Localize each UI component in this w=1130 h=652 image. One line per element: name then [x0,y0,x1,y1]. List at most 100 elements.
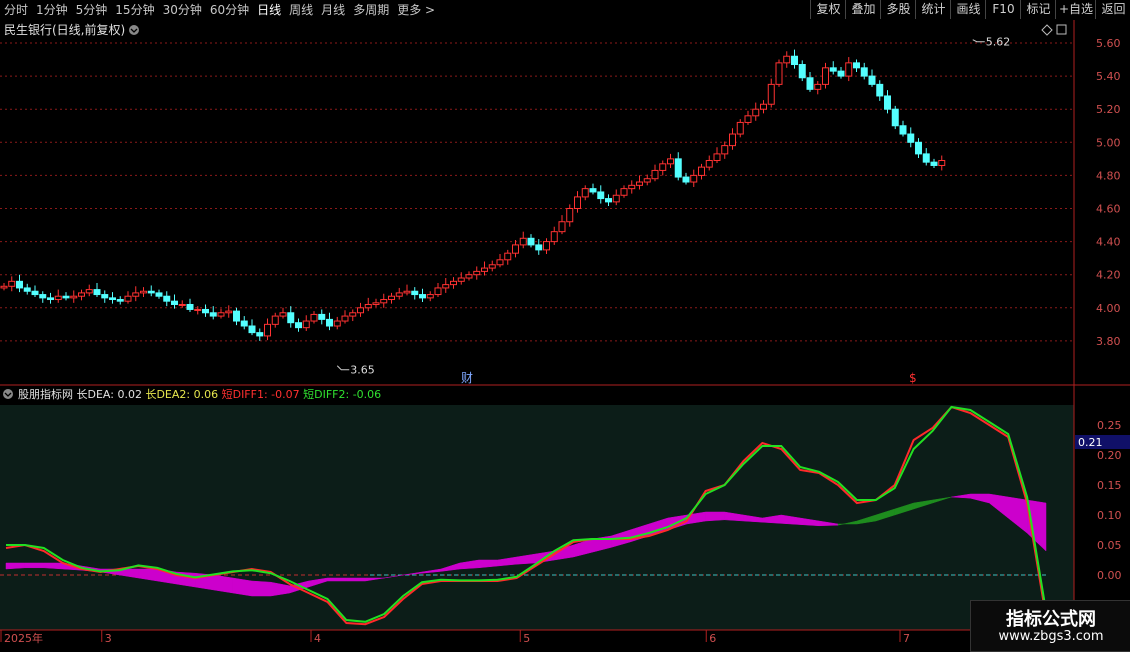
toolbar-button-5[interactable]: F10 [985,0,1021,19]
candle-body [473,270,481,276]
date-label: 5 [523,632,530,645]
dea-band-segment [251,580,271,597]
candle-body [39,294,47,299]
candle-body [372,302,380,305]
stock-title: 民生银行(日线,前复权) [4,22,125,37]
period-6[interactable]: 日线 [257,2,281,18]
candle-body [612,194,620,203]
period-1[interactable]: 1分钟 [36,2,68,18]
candle-body [674,158,682,178]
period-2[interactable]: 5分钟 [76,2,108,18]
candle-body [938,160,946,166]
chart-area: 3.80 4.00 4.20 4.40 4.60 4.80 5.00 5.20 5.40 5.60… [0,20,1130,650]
candle-body [116,299,124,302]
candle-body [922,153,930,163]
price-tick-label: 4.60 [1096,203,1121,216]
candle-body [636,181,643,186]
indicator-tick-label: 0.15 [1097,479,1122,492]
dea-band-segment [232,577,253,597]
toolbar-button-3[interactable]: 统计 [915,0,951,19]
candle-body [295,322,302,329]
candle-body [333,320,341,327]
toolbar-button-8[interactable]: 返回 [1095,0,1130,19]
period-5[interactable]: 60分钟 [210,2,249,18]
candle-body [558,221,566,233]
legend-item-2: 短DIFF1: -0.07 [222,387,304,401]
candle-body [364,303,372,309]
candle-body [845,62,853,77]
candle-body [752,108,760,117]
candle-body [860,67,868,77]
candle-body [357,307,364,314]
period-7[interactable]: 周线 [289,2,313,18]
candle-body [713,153,721,162]
period-3[interactable]: 15分钟 [115,2,154,18]
candle-body [705,160,713,168]
candle-body [721,145,729,155]
title-dropdown-icon[interactable] [129,25,139,35]
period-8[interactable]: 月线 [321,2,345,18]
toolbar-button-0[interactable]: 复权 [810,0,846,19]
toolbar-button-6[interactable]: 标记 [1020,0,1056,19]
candle-body [233,310,240,322]
period-4[interactable]: 30分钟 [163,2,202,18]
candle-body [341,315,349,322]
period-9[interactable]: 多周期 [353,2,389,18]
candle-body [54,295,62,301]
legend-item-1: 长DEA2: 0.06 [145,388,221,401]
candle-body [543,241,550,251]
candle-body [256,332,264,337]
candle-body [628,184,636,190]
period-0[interactable]: 分时 [4,2,28,18]
candle-body [798,64,806,79]
price-tick-label: 5.20 [1096,103,1121,116]
candle-body [85,289,93,294]
indicator-dropdown-icon[interactable] [3,389,13,399]
candle-body [868,75,876,85]
candle-body [457,277,465,282]
candle-body [434,287,442,296]
candle-body [465,274,473,279]
dollar-marker[interactable]: $ [909,371,917,385]
candle-body [70,295,78,299]
candle-body [589,188,597,193]
toolbar-button-2[interactable]: 多股 [880,0,916,19]
candle-body [388,295,395,301]
candle-body [395,292,403,297]
candle-body [217,312,225,317]
candle-body [814,83,822,90]
dea-band-segment [213,574,234,594]
candle-body [0,285,8,289]
candle-body [620,188,628,196]
candle-body [791,55,798,66]
toolbar-button-1[interactable]: 叠加 [845,0,881,19]
indicator-tick-label: 0.00 [1097,569,1122,582]
date-label: 6 [709,632,716,645]
toolbar-button-7[interactable]: +自选 [1055,0,1096,19]
candle-body [775,62,783,85]
fin-marker[interactable]: 财 [461,371,473,385]
dea-band-segment [327,577,347,582]
candle-body [426,294,434,299]
candle-body [884,95,891,110]
candle-body [930,161,938,166]
candle-body [504,252,512,261]
candle-body [581,188,589,198]
candle-body [287,312,295,324]
candle-body [140,290,147,294]
candle-body [240,320,248,327]
candle-body [302,320,310,329]
period-10[interactable]: 更多 > [397,2,435,18]
candle-body [279,312,287,317]
candle-body [682,176,690,183]
candle-body [837,70,845,77]
candle-body [101,294,109,299]
candle-body [574,196,581,209]
candle-body [450,280,457,286]
dea-band-segment [705,511,725,522]
candle-body [147,290,155,294]
candle-body [527,237,535,246]
indicator-legend-text: 股朋指标网 长DEA: 0.02 长DEA2: 0.06 短DIFF1: -0.… [18,387,381,401]
candle-body [271,315,279,325]
toolbar-button-4[interactable]: 画线 [950,0,986,19]
